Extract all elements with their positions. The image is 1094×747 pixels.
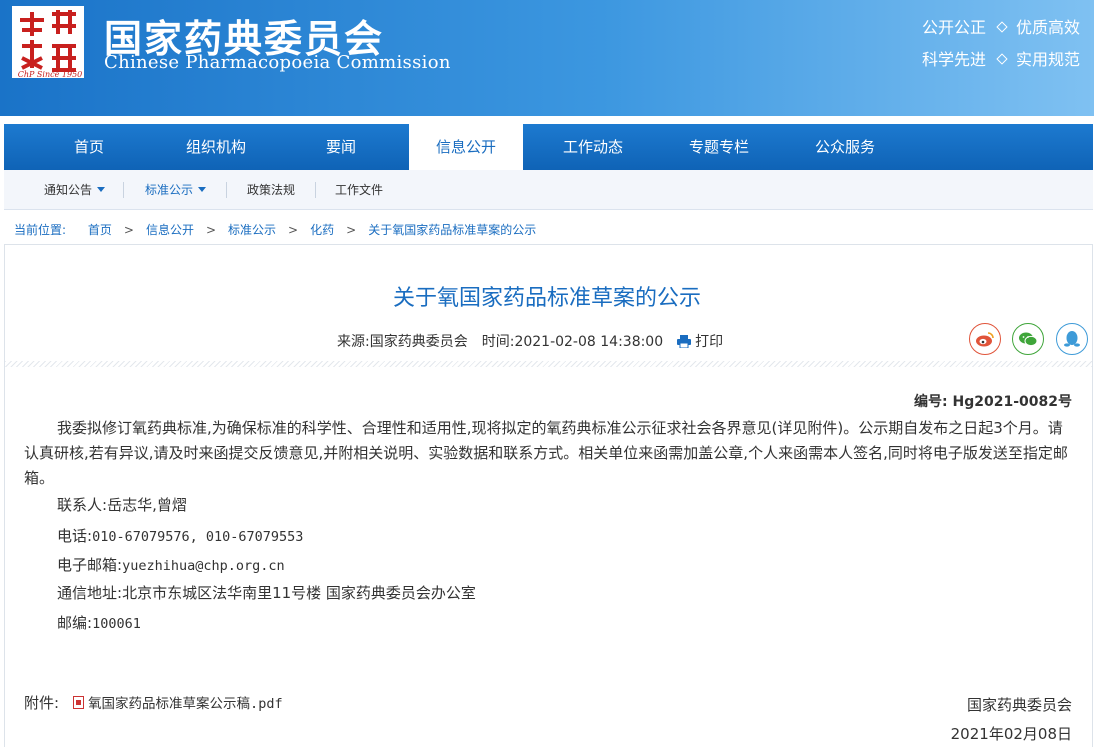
address-line: 通信地址:北京市东城区法华南里11号楼 国家药典委员会办公室	[57, 582, 476, 603]
document-number: 编号: Hg2021-0082号	[914, 394, 1072, 410]
email-label: 电子邮箱:	[57, 556, 123, 574]
slogan-item: 公开公正	[921, 18, 986, 37]
pdf-file-icon	[73, 696, 85, 709]
source-label: 来源:	[337, 334, 370, 350]
subnav-label: 标准公示	[145, 183, 194, 197]
print-label: 打印	[695, 334, 724, 350]
share-wechat-button[interactable]	[1012, 323, 1044, 355]
contact-value: 岳志华,曾熠	[107, 496, 187, 514]
slogan-line-1: 公开公正 优质高效	[922, 14, 1080, 38]
breadcrumb-separator: >	[346, 223, 357, 237]
diamond-icon	[996, 21, 1008, 33]
address-value: 北京市东城区法华南里11号楼 国家药典委员会办公室	[122, 584, 476, 602]
nav-item-info-disclosure[interactable]: 信息公开	[409, 124, 523, 170]
subnav-item-work-documents[interactable]: 工作文件	[335, 170, 383, 210]
divider	[5, 361, 1092, 367]
article-title: 关于氧国家药品标准草案的公示	[392, 286, 701, 311]
subnav-item-standard-publicity[interactable]: 标准公示	[145, 170, 207, 210]
chevron-down-icon	[198, 187, 207, 192]
breadcrumb-label: 当前位置:	[14, 223, 67, 237]
contact-label: 联系人:	[57, 496, 108, 514]
breadcrumb-separator: >	[123, 223, 134, 237]
attachment-link[interactable]: 氧国家药品标准草案公示稿.pdf	[88, 696, 283, 712]
source-value: 国家药典委员会	[369, 334, 468, 350]
slogan-item: 优质高效	[1015, 18, 1080, 37]
sub-nav: 通知公告 标准公示 政策法规 工作文件	[4, 170, 1093, 210]
breadcrumb-current[interactable]: 关于氧国家药品标准草案的公示	[368, 223, 536, 237]
weibo-icon	[976, 332, 994, 347]
nav-item-home[interactable]: 首页	[24, 124, 154, 170]
breadcrumb-link-standard-publicity[interactable]: 标准公示	[228, 223, 276, 237]
address-label: 通信地址:	[57, 584, 123, 602]
main-nav: 首页 组织机构 要闻 信息公开 工作动态 专题专栏 公众服务	[4, 124, 1093, 170]
article-body-paragraph: 我委拟修订氧药典标准,为确保标准的科学性、合理性和适用性,现将拟定的氧药典标准公…	[24, 419, 1068, 487]
divider	[226, 182, 227, 198]
attachment-row: 附件: 氧国家药品标准草案公示稿.pdf	[24, 692, 283, 713]
qq-icon	[1064, 331, 1080, 347]
breadcrumb-separator: >	[205, 223, 217, 237]
site-title-english: Chinese Pharmacopoeia Commission	[104, 52, 451, 73]
subnav-label: 通知公告	[44, 183, 93, 197]
contact-person-line: 联系人:岳志华,曾熠	[57, 494, 187, 515]
article-meta: 来源:国家药典委员会 时间:2021-02-08 14:38:00 打印	[337, 331, 723, 351]
email-value[interactable]: yuezhihua@chp.org.cn	[122, 558, 285, 574]
signature-date: 2021年02月08日	[950, 725, 1072, 743]
phone-label: 电话:	[57, 527, 93, 545]
nav-item-work-updates[interactable]: 工作动态	[530, 124, 656, 170]
nav-item-organization[interactable]: 组织机构	[154, 124, 278, 170]
diamond-icon	[996, 53, 1008, 65]
zip-line: 邮编:100061	[57, 612, 141, 633]
nav-item-special-topics[interactable]: 专题专栏	[656, 124, 782, 170]
signature-organization: 国家药典委员会	[966, 696, 1072, 714]
subnav-item-regulations[interactable]: 政策法规	[247, 170, 295, 210]
email-line: 电子邮箱:yuezhihua@chp.org.cn	[57, 554, 285, 575]
slogan-item: 科学先进	[921, 50, 986, 69]
divider	[123, 182, 124, 198]
time-label: 时间:	[481, 334, 515, 350]
seal-caption: ChP Since 1950	[17, 70, 83, 79]
breadcrumb-separator: >	[288, 223, 299, 237]
slogan-item: 实用规范	[1015, 50, 1080, 69]
breadcrumb: 当前位置: 首页 > 信息公开 > 标准公示 > 化药 > 关于氧国家药品标准草案的公示	[14, 221, 536, 238]
nav-item-public-services[interactable]: 公众服务	[782, 124, 908, 170]
breadcrumb-link-home[interactable]: 首页	[88, 223, 112, 237]
site-header: ChP Since 1950 国家药典委员会 Chinese Pharmacop…	[0, 0, 1094, 116]
slogan-line-2: 科学先进 实用规范	[922, 46, 1080, 70]
print-button[interactable]: 打印	[677, 334, 723, 350]
zip-label: 邮编:	[57, 614, 93, 632]
printer-icon	[677, 335, 692, 348]
attachment-label: 附件:	[24, 694, 60, 712]
zip-value: 100061	[92, 616, 141, 632]
breadcrumb-link-info-disclosure[interactable]: 信息公开	[146, 223, 194, 237]
nav-item-news[interactable]: 要闻	[278, 124, 404, 170]
publish-time: 2021-02-08 14:38:00	[514, 334, 664, 350]
divider	[315, 182, 316, 198]
phone-value: 010-67079576, 010-67079553	[92, 529, 304, 545]
pharmacopoeia-seal-logo[interactable]	[12, 6, 84, 78]
phone-line: 电话:010-67079576, 010-67079553	[57, 525, 303, 546]
wechat-icon	[1019, 332, 1038, 347]
breadcrumb-link-chemical-drugs[interactable]: 化药	[310, 223, 334, 237]
chevron-down-icon	[97, 187, 106, 192]
share-weibo-button[interactable]	[969, 323, 1001, 355]
share-qq-button[interactable]	[1056, 323, 1088, 355]
subnav-item-notices[interactable]: 通知公告	[44, 170, 106, 210]
